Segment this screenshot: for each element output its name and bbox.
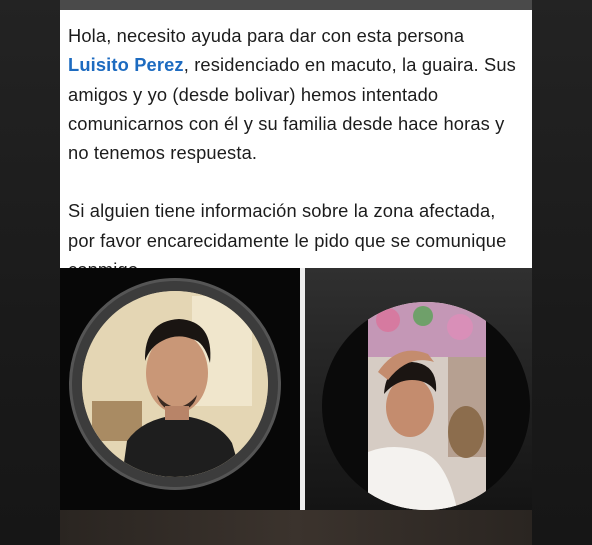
avatar-photo-1	[69, 278, 281, 490]
bottom-strip	[60, 510, 532, 545]
person-1-silhouette	[82, 291, 268, 477]
left-background	[0, 0, 60, 545]
post-text-intro: Hola, necesito ayuda para dar con esta p…	[68, 25, 465, 46]
photo-right[interactable]	[305, 268, 532, 510]
right-background	[532, 0, 592, 545]
person-2-silhouette	[368, 302, 486, 510]
avatar-photo-1-image	[82, 291, 268, 477]
photo-left[interactable]	[60, 268, 300, 510]
post-card: Hola, necesito ayuda para dar con esta p…	[60, 10, 532, 280]
avatar-photo-2-image	[368, 302, 486, 510]
photos-section	[60, 268, 532, 510]
post-body: Hola, necesito ayuda para dar con esta p…	[68, 21, 526, 284]
avatar-photo-2	[322, 302, 530, 510]
top-strip	[60, 0, 532, 10]
person-name-link[interactable]: Luisito Perez	[68, 54, 184, 75]
